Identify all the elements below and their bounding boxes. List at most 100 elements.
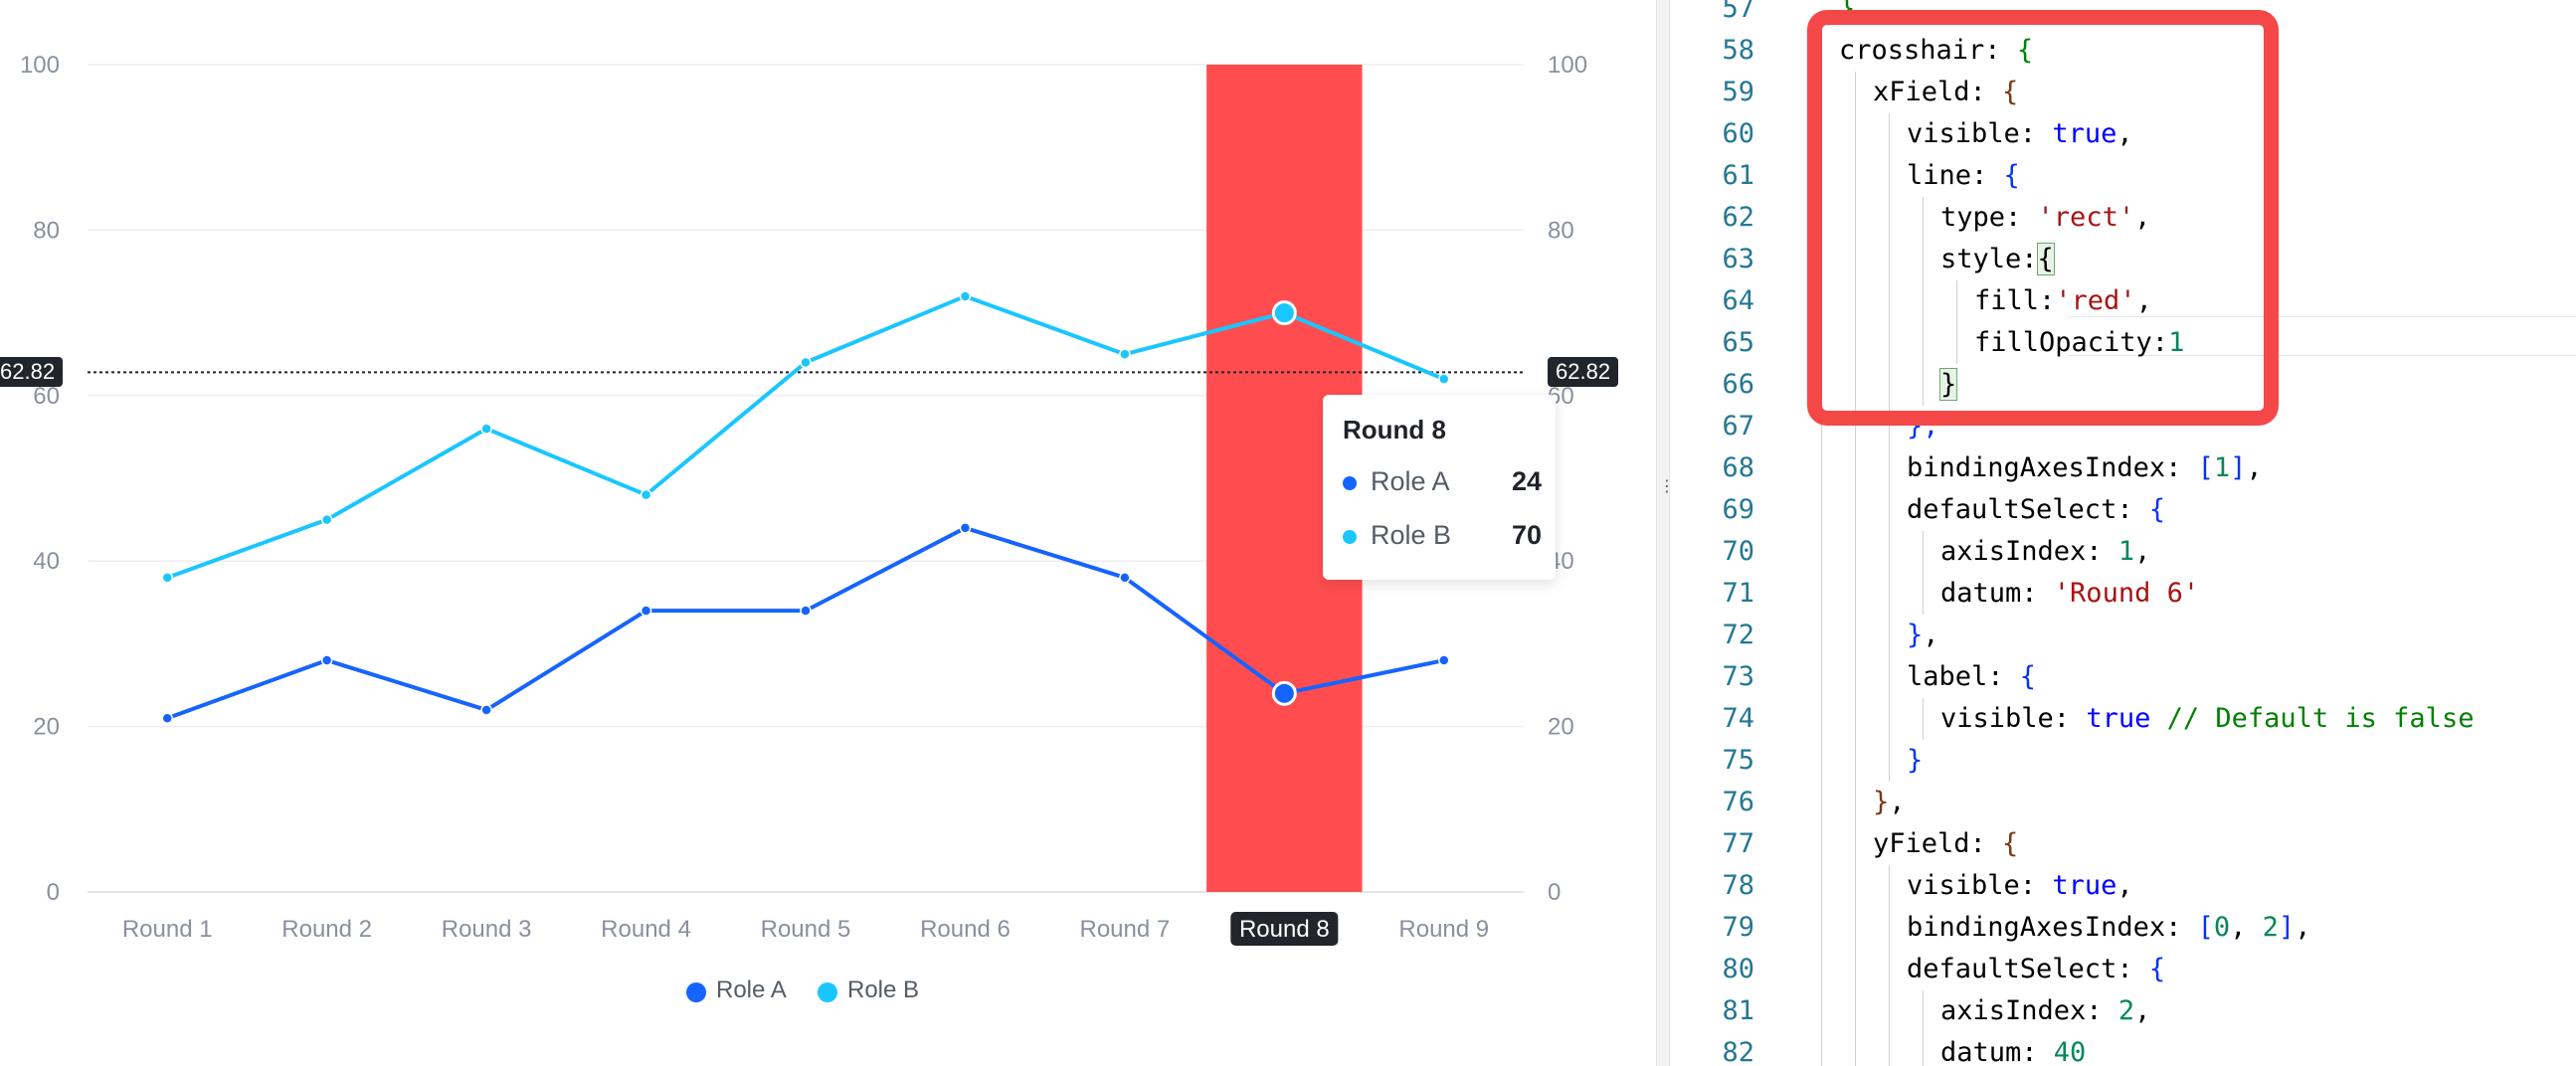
data-point bbox=[800, 356, 812, 369]
code-line[interactable]: 80 defaultSelect: { bbox=[1670, 949, 2576, 990]
line-number: 67 bbox=[1722, 411, 1754, 442]
code-token: ] bbox=[2230, 452, 2247, 483]
indent-guide bbox=[1855, 656, 1856, 698]
code-line[interactable]: 68 bindingAxesIndex: [1], bbox=[1670, 447, 2576, 489]
code-token: yField: bbox=[1873, 828, 2003, 859]
code-token: , bbox=[1923, 620, 1939, 650]
line-number: 65 bbox=[1722, 327, 1754, 358]
y-tick-label-left: 40 bbox=[33, 548, 60, 575]
indent-guide bbox=[1889, 949, 1890, 990]
line-number: 64 bbox=[1722, 285, 1754, 316]
data-point bbox=[1438, 654, 1450, 666]
tooltip-row-label: Role B bbox=[1371, 520, 1452, 550]
data-point bbox=[959, 290, 972, 302]
indent-guide bbox=[1855, 489, 1856, 531]
code-token: 1 bbox=[2117, 536, 2135, 567]
code-token: axisIndex: bbox=[1940, 536, 2118, 567]
code-token: } bbox=[1873, 787, 1890, 817]
code-token: 'Round 6' bbox=[2053, 578, 2200, 609]
code-token: , bbox=[2295, 912, 2311, 943]
indent-guide bbox=[1821, 907, 1822, 949]
code-token: { bbox=[2002, 828, 2019, 859]
indent-guide bbox=[1821, 656, 1822, 698]
code-line[interactable]: 71 datum: 'Round 6' bbox=[1670, 573, 2576, 615]
pane-splitter[interactable] bbox=[1656, 0, 1670, 1066]
code-token: , bbox=[2246, 452, 2263, 483]
indent-guide bbox=[1889, 740, 1890, 782]
line-number: 75 bbox=[1722, 745, 1754, 776]
indent-guide bbox=[1923, 573, 1924, 615]
code-line[interactable]: 76}, bbox=[1670, 782, 2576, 823]
code-text: visible: true // Default is false bbox=[1940, 698, 2474, 740]
indent-guide bbox=[1923, 531, 1924, 573]
x-tick-label: Round 1 bbox=[122, 916, 213, 943]
role-a-dot-icon bbox=[1343, 476, 1357, 490]
data-point bbox=[480, 423, 492, 435]
code-token: 2 bbox=[2262, 912, 2279, 943]
code-line[interactable]: 74 visible: true // Default is false bbox=[1670, 698, 2576, 740]
code-line[interactable]: 77 yField: { bbox=[1670, 823, 2576, 865]
x-tick-label: Round 2 bbox=[281, 916, 372, 943]
crosshair-y-label-right: 62.82 bbox=[1548, 357, 1619, 387]
code-token: datum: bbox=[1940, 1037, 2054, 1066]
code-line[interactable]: 70 axisIndex: 1, bbox=[1670, 531, 2576, 573]
code-token: visible: bbox=[1907, 870, 2053, 901]
code-line[interactable]: 73 label: { bbox=[1670, 656, 2576, 698]
line-number: 79 bbox=[1722, 912, 1754, 943]
data-point bbox=[161, 712, 173, 725]
tooltip-row-value: 70 bbox=[1511, 520, 1542, 550]
legend-label: Role B bbox=[847, 977, 920, 1003]
code-line[interactable]: 75} bbox=[1670, 740, 2576, 782]
indent-guide bbox=[1923, 1032, 1924, 1066]
code-line[interactable]: 79 bindingAxesIndex: [0, 2], bbox=[1670, 907, 2576, 949]
code-token: } bbox=[1907, 745, 1924, 776]
x-tick-label: Round 8 bbox=[1239, 916, 1330, 943]
indent-guide bbox=[1889, 615, 1890, 656]
code-line[interactable]: 69 defaultSelect: { bbox=[1670, 489, 2576, 531]
code-token: } bbox=[1907, 620, 1924, 650]
line-number: 68 bbox=[1722, 452, 1754, 483]
x-tick-label: Round 9 bbox=[1398, 916, 1489, 943]
code-token: bindingAxesIndex: bbox=[1907, 912, 2198, 943]
indent-guide bbox=[1855, 990, 1856, 1032]
line-number: 80 bbox=[1722, 954, 1754, 984]
line-number: 70 bbox=[1722, 536, 1754, 567]
role-b-dot-icon bbox=[1343, 530, 1357, 544]
line-number: 62 bbox=[1722, 202, 1754, 233]
data-point bbox=[320, 654, 333, 666]
code-text: visible: true, bbox=[1907, 865, 2133, 907]
drag-handle-icon[interactable]: ⋮⋮ bbox=[1659, 475, 1691, 497]
code-text: axisIndex: 1, bbox=[1940, 531, 2150, 573]
data-point bbox=[640, 488, 652, 501]
line-number: 69 bbox=[1722, 494, 1754, 525]
line-number: 78 bbox=[1722, 870, 1754, 901]
data-point bbox=[1438, 373, 1450, 385]
line-number: 81 bbox=[1722, 995, 1754, 1026]
code-token: , bbox=[2134, 536, 2151, 567]
line-number: 63 bbox=[1722, 244, 1754, 274]
indent-guide bbox=[1821, 447, 1822, 489]
code-text: defaultSelect: { bbox=[1907, 489, 2165, 531]
code-line[interactable]: 72}, bbox=[1670, 615, 2576, 656]
indent-guide bbox=[1923, 698, 1924, 740]
indent-guide bbox=[1889, 573, 1890, 615]
indent-guide bbox=[1821, 531, 1822, 573]
y-tick-label-left: 80 bbox=[33, 217, 60, 244]
code-token: 1 bbox=[2213, 452, 2231, 483]
data-point bbox=[1119, 572, 1131, 584]
code-line[interactable]: 78 visible: true, bbox=[1670, 865, 2576, 907]
line-number: 73 bbox=[1722, 661, 1754, 692]
code-token: defaultSelect: bbox=[1907, 954, 2149, 984]
code-token: { bbox=[2148, 494, 2166, 525]
annotation-highlight-box bbox=[1807, 10, 2279, 426]
code-text: yField: { bbox=[1873, 823, 2018, 865]
code-token: // Default is false bbox=[2150, 703, 2475, 734]
indent-guide bbox=[1821, 489, 1822, 531]
indent-guide bbox=[1855, 447, 1856, 489]
line-number: 60 bbox=[1722, 118, 1754, 149]
indent-guide bbox=[1855, 823, 1856, 865]
code-line[interactable]: 81 axisIndex: 2, bbox=[1670, 990, 2576, 1032]
indent-guide bbox=[1855, 573, 1856, 615]
code-line[interactable]: 82 datum: 40 bbox=[1670, 1032, 2576, 1066]
data-point bbox=[1119, 348, 1131, 360]
